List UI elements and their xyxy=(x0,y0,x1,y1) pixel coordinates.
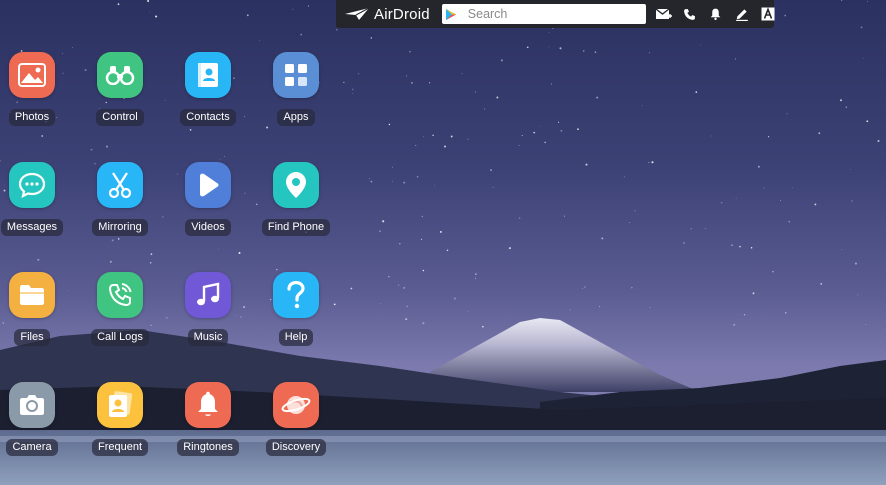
phone-call-icon xyxy=(97,272,143,318)
binoculars-icon xyxy=(97,52,143,98)
music-note-icon xyxy=(185,272,231,318)
app-label: Camera xyxy=(6,439,58,456)
app-label: Call Logs xyxy=(91,329,149,346)
play-icon xyxy=(185,162,231,208)
app-find-phone[interactable]: Find Phone xyxy=(256,162,336,236)
apps-grid-icon xyxy=(273,52,319,98)
search-input[interactable] xyxy=(455,4,646,24)
app-label: Mirroring xyxy=(92,219,148,236)
bell-icon[interactable] xyxy=(708,6,724,22)
app-help[interactable]: Help xyxy=(256,272,336,346)
app-label: Discovery xyxy=(265,439,327,456)
folder-icon xyxy=(9,272,55,318)
brand-name: AirDroid xyxy=(374,5,430,23)
phone-icon[interactable] xyxy=(682,6,698,22)
app-discovery[interactable]: Discovery xyxy=(256,382,336,456)
app-call-logs[interactable]: Call Logs xyxy=(80,272,160,346)
location-pin-icon xyxy=(273,162,319,208)
app-label: Find Phone xyxy=(261,219,331,236)
app-label: Photos xyxy=(8,109,56,126)
app-label: Music xyxy=(187,329,229,346)
bell-ringtone-icon xyxy=(185,382,231,428)
app-photos[interactable]: Photos xyxy=(0,52,72,126)
app-label: Files xyxy=(14,329,50,346)
airdroid-logo[interactable]: AirDroid xyxy=(344,6,430,23)
app-label: Frequent xyxy=(91,439,149,456)
app-messages[interactable]: Messages xyxy=(0,162,72,236)
chat-bubble-icon xyxy=(9,162,55,208)
app-ringtones[interactable]: Ringtones xyxy=(168,382,248,456)
planet-icon xyxy=(273,382,319,428)
app-camera[interactable]: Camera xyxy=(0,382,72,456)
app-contacts[interactable]: Contacts xyxy=(168,52,248,126)
app-label: Control xyxy=(96,109,144,126)
app-files[interactable]: Files xyxy=(0,272,72,346)
question-icon xyxy=(273,272,319,318)
play-store-icon xyxy=(445,8,456,20)
app-label: Messages xyxy=(0,219,64,236)
app-label: Help xyxy=(278,329,314,346)
frequent-contact-icon xyxy=(97,382,143,428)
photos-icon xyxy=(9,52,55,98)
camera-icon xyxy=(9,382,55,428)
top-toolbar: AirDroid xyxy=(336,0,776,28)
paper-plane-icon xyxy=(345,7,370,20)
app-apps[interactable]: Apps xyxy=(256,52,336,126)
app-label: Videos xyxy=(185,219,231,236)
app-label: Apps xyxy=(277,109,315,126)
app-label: Ringtones xyxy=(177,439,239,456)
app-frequent[interactable]: Frequent xyxy=(80,382,160,456)
app-music[interactable]: Music xyxy=(168,272,248,346)
app-videos[interactable]: Videos xyxy=(168,162,248,236)
mail-icon[interactable] xyxy=(655,6,672,22)
pen-icon[interactable] xyxy=(734,6,750,22)
scissors-icon xyxy=(97,162,143,208)
font-a-icon[interactable] xyxy=(760,6,776,22)
app-mirroring[interactable]: Mirroring xyxy=(80,162,160,236)
app-label: Contacts xyxy=(180,109,236,126)
contacts-icon xyxy=(185,52,231,98)
search-box[interactable] xyxy=(441,4,646,24)
app-control[interactable]: Control xyxy=(80,52,160,126)
